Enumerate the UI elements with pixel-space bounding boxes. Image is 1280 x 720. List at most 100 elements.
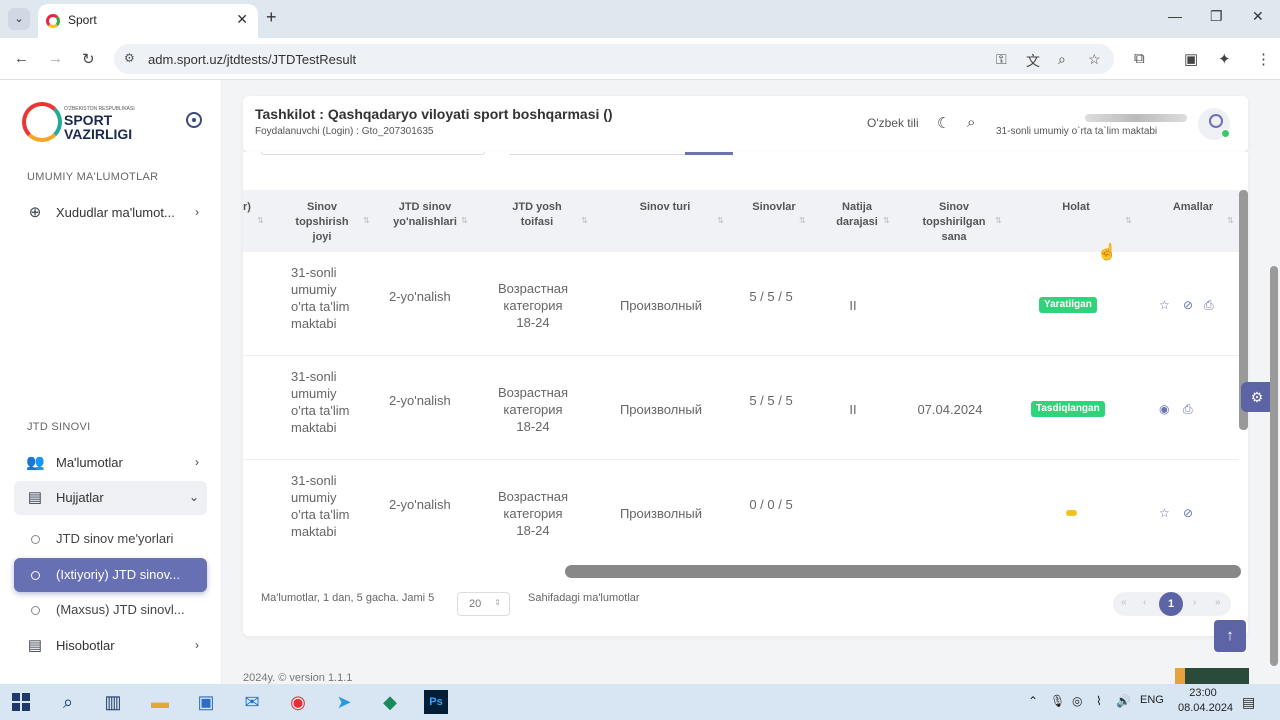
sidebar-subitem-norms[interactable]: JTD sinov me'yorlari [14, 522, 207, 556]
tray-app-icon[interactable]: ◎ [1072, 694, 1082, 708]
sort-icon[interactable]: ⇅ [883, 216, 890, 225]
settings-gear-icon[interactable]: ⚙ [1241, 382, 1273, 412]
sidebar-item-regions[interactable]: ⊕ Xududlar ma'lumot... › [14, 196, 207, 230]
sort-icon[interactable]: ⇅ [1125, 216, 1132, 225]
new-tab-icon[interactable]: + [266, 7, 277, 28]
windows-start-icon[interactable] [12, 693, 30, 711]
wifi-icon[interactable]: ⌇ [1096, 694, 1102, 708]
side-panel-icon[interactable]: ▣ [1184, 50, 1198, 68]
page-scrollbar[interactable] [1270, 266, 1278, 666]
sidebar-subitem-special[interactable]: (Maxsus) JTD sinovl... [14, 593, 207, 627]
globe-icon: ⊕ [28, 204, 42, 221]
language-indicator[interactable]: ENG [1140, 694, 1164, 706]
prev-page-icon[interactable]: ‹ [1143, 597, 1146, 608]
column-header[interactable]: r) [243, 200, 251, 215]
mail-icon[interactable]: ✉ [240, 690, 264, 714]
star-icon[interactable]: ☆ [1159, 298, 1170, 312]
page-number-current[interactable]: 1 [1159, 592, 1183, 616]
sort-icon[interactable]: ⇅ [1227, 216, 1234, 225]
back-icon[interactable]: ← [14, 50, 29, 67]
chevron-right-icon: › [195, 638, 199, 652]
sort-icon[interactable]: ⇅ [799, 216, 806, 225]
tab-close-icon[interactable]: ✕ [236, 11, 248, 28]
close-window-icon[interactable]: ✕ [1252, 8, 1264, 25]
sidebar-subitem-optional[interactable]: (Ixtiyoriy) JTD sinov... [14, 558, 207, 592]
translate-icon[interactable]: 文 [1026, 51, 1040, 71]
sidebar-item-documents[interactable]: ▤ Hujjatlar ⌄ [14, 481, 207, 515]
site-info-icon[interactable]: ⚙ [124, 51, 135, 65]
page-header: Tashkilot : Qashqadaryo viloyati sport b… [243, 96, 1248, 152]
filter-button[interactable] [685, 152, 733, 155]
back-to-top-button[interactable]: ↑ [1214, 620, 1246, 652]
filter-field[interactable] [261, 152, 485, 155]
column-header-age[interactable]: JTD yosh toifasi [499, 200, 575, 230]
dark-mode-icon[interactable]: ☾ [937, 114, 950, 132]
print-icon[interactable]: ⎙ [1204, 298, 1214, 313]
column-header-type[interactable]: Sinov turi [625, 200, 705, 215]
sort-icon[interactable]: ⇅ [717, 216, 724, 225]
user-name-blurred [1085, 114, 1187, 122]
first-page-icon[interactable]: « [1121, 597, 1127, 608]
taskbar-search-icon[interactable]: ⌕ [56, 690, 80, 714]
search-icon[interactable]: ⌕ [967, 114, 975, 131]
last-page-icon[interactable]: » [1215, 597, 1221, 608]
check-circle-icon[interactable]: ⊘ [1183, 298, 1193, 312]
eye-icon[interactable]: ◉ [1159, 402, 1169, 416]
table-horizontal-scrollbar[interactable] [565, 565, 1241, 578]
forward-icon[interactable]: → [48, 50, 63, 67]
sort-icon[interactable]: ⇅ [461, 216, 468, 225]
photoshop-icon[interactable]: Ps [424, 690, 448, 714]
app-icon[interactable]: ◆ [378, 690, 402, 714]
column-header-tests[interactable]: Sinovlar [743, 200, 805, 215]
section-label-general: UMUMIY MA'LUMOTLAR [27, 171, 159, 183]
column-header-date[interactable]: Sinov topshirilgan sana [915, 200, 993, 245]
url-field[interactable]: ⚙ adm.sport.uz/jtdtests/JTDTestResult ⚿ … [114, 44, 1114, 74]
file-explorer-icon[interactable]: ▬ [148, 690, 172, 714]
microphone-icon[interactable]: 🎙 [1050, 694, 1065, 708]
browser-tab[interactable]: Sport ✕ [38, 4, 258, 38]
notifications-icon[interactable]: ▤ [1242, 694, 1255, 711]
star-icon[interactable]: ☆ [1159, 506, 1170, 520]
telegram-icon[interactable]: ➤ [332, 690, 356, 714]
pagination: « ‹ 1 › » [1113, 592, 1231, 616]
address-bar: ← → ↻ ⚙ adm.sport.uz/jtdtests/JTDTestRes… [0, 38, 1280, 80]
tab-search-icon[interactable]: ⌄ [8, 8, 30, 30]
chrome-icon[interactable]: ◉ [286, 690, 310, 714]
cell-type: Произволный [619, 298, 703, 313]
check-circle-icon[interactable]: ⊘ [1183, 506, 1193, 520]
tray-expand-icon[interactable]: ⌃ [1028, 694, 1038, 708]
sidebar-toggle-icon[interactable] [186, 112, 202, 128]
minimize-icon[interactable]: — [1168, 8, 1182, 24]
sort-icon[interactable]: ⇅ [581, 216, 588, 225]
column-header-place[interactable]: Sinov topshirish joyi [287, 200, 357, 245]
avatar[interactable] [1198, 108, 1230, 140]
volume-icon[interactable]: 🔊 [1116, 694, 1131, 708]
browser-menu-icon[interactable]: ⋮ [1256, 50, 1271, 68]
reload-icon[interactable]: ↻ [82, 50, 95, 68]
sidebar-item-reports[interactable]: ▤ Hisobotlar › [14, 629, 207, 663]
column-header-direction[interactable]: JTD sinov yo'nalishlari [385, 200, 465, 230]
zoom-icon[interactable]: ⌕ [1058, 51, 1066, 68]
profile-extension-icon[interactable]: ✦ [1218, 50, 1231, 68]
clock[interactable]: 23:00 08.04.2024 [1178, 686, 1233, 716]
sort-icon[interactable]: ⇅ [257, 216, 264, 225]
sort-icon[interactable]: ⇅ [995, 216, 1002, 225]
store-icon[interactable]: ▣ [194, 690, 218, 714]
column-header-status[interactable]: Holat [1043, 200, 1109, 215]
sidebar-item-info[interactable]: 👥 Ma'lumotlar › [14, 446, 207, 480]
restore-icon[interactable]: ❐ [1210, 8, 1223, 25]
print-icon[interactable]: ⎙ [1183, 402, 1193, 417]
next-page-icon[interactable]: › [1193, 597, 1196, 608]
site-favicon-icon [46, 14, 60, 28]
bookmark-star-icon[interactable]: ☆ [1088, 51, 1101, 68]
extensions-icon[interactable]: ⧉ [1134, 50, 1145, 67]
url-text[interactable]: adm.sport.uz/jtdtests/JTDTestResult [148, 52, 356, 67]
per-page-select[interactable]: 20 ⇕ [457, 592, 510, 616]
corner-thumbnail [1175, 668, 1249, 684]
password-key-icon[interactable]: ⚿ [996, 51, 1007, 68]
column-header-level[interactable]: Natija darajasi [831, 200, 883, 230]
sort-icon[interactable]: ⇅ [363, 216, 370, 225]
task-view-icon[interactable]: ▥ [101, 690, 125, 714]
sidebar: O'ZBEKISTON RESPUBLIKASI SPORT VAZIRLIGI… [0, 80, 222, 684]
language-selector[interactable]: O'zbek tili [867, 116, 919, 130]
